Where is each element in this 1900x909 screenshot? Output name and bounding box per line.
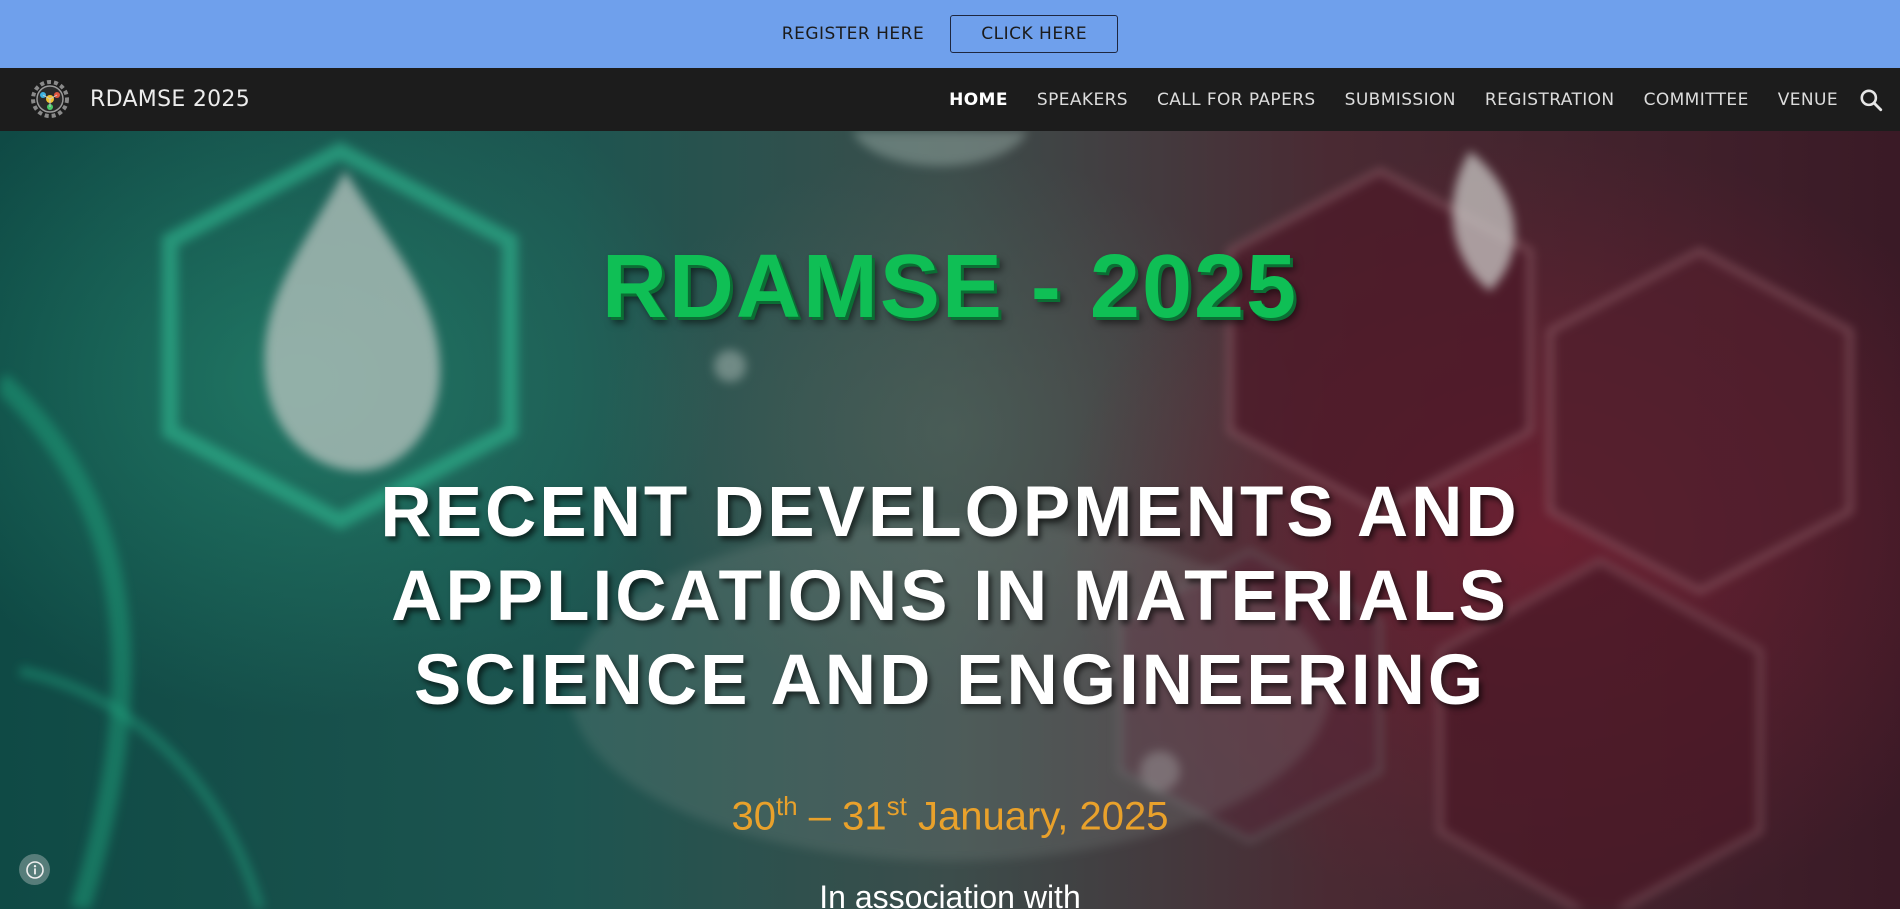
hero-subtitle: RECENT DEVELOPMENTS AND APPLICATIONS IN …	[350, 471, 1550, 723]
main-nav: HOME SPEAKERS CALL FOR PAPERS SUBMISSION…	[920, 68, 1838, 131]
hero-subtitle-line: SCIENCE AND ENGINEERING	[413, 641, 1487, 720]
hero-subtitle-line: RECENT DEVELOPMENTS AND	[380, 473, 1520, 552]
month-year: January, 2025	[906, 794, 1169, 839]
end-day: 31	[842, 794, 887, 839]
click-here-button[interactable]: CLICK HERE	[950, 15, 1119, 53]
info-button[interactable]	[19, 854, 50, 885]
nav-item-submission[interactable]: SUBMISSION	[1345, 90, 1456, 110]
gear-atom-logo-icon[interactable]	[30, 79, 70, 119]
nav-item-committee[interactable]: COMMITTEE	[1644, 90, 1749, 110]
nav-item-call-for-papers[interactable]: CALL FOR PAPERS	[1157, 90, 1316, 110]
end-day-suffix: st	[886, 791, 907, 821]
hero-subtitle-line: APPLICATIONS IN MATERIALS	[391, 557, 1509, 636]
site-title[interactable]: RDAMSE 2025	[90, 68, 250, 131]
nav-item-venue[interactable]: VENUE	[1778, 90, 1838, 110]
hero-title: RDAMSE - 2025	[601, 237, 1299, 337]
nav-item-speakers[interactable]: SPEAKERS	[1037, 90, 1128, 110]
event-dates: 30th – 31st January, 2025	[0, 791, 1900, 839]
nav-item-home[interactable]: HOME	[949, 90, 1008, 110]
top-navbar: RDAMSE 2025 HOME SPEAKERS CALL FOR PAPER…	[0, 68, 1900, 131]
hero-banner: RDAMSE - 2025 RECENT DEVELOPMENTS AND AP…	[0, 131, 1900, 909]
start-day: 30	[731, 794, 776, 839]
date-separator: –	[797, 794, 843, 839]
association-text: In association with	[819, 879, 1081, 909]
start-day-suffix: th	[775, 791, 798, 821]
announcement-bar: REGISTER HERE CLICK HERE	[0, 0, 1900, 68]
nav-item-registration[interactable]: REGISTRATION	[1485, 90, 1615, 110]
register-here-text: REGISTER HERE	[781, 24, 925, 44]
info-icon	[25, 860, 44, 879]
search-icon[interactable]	[1858, 87, 1884, 113]
